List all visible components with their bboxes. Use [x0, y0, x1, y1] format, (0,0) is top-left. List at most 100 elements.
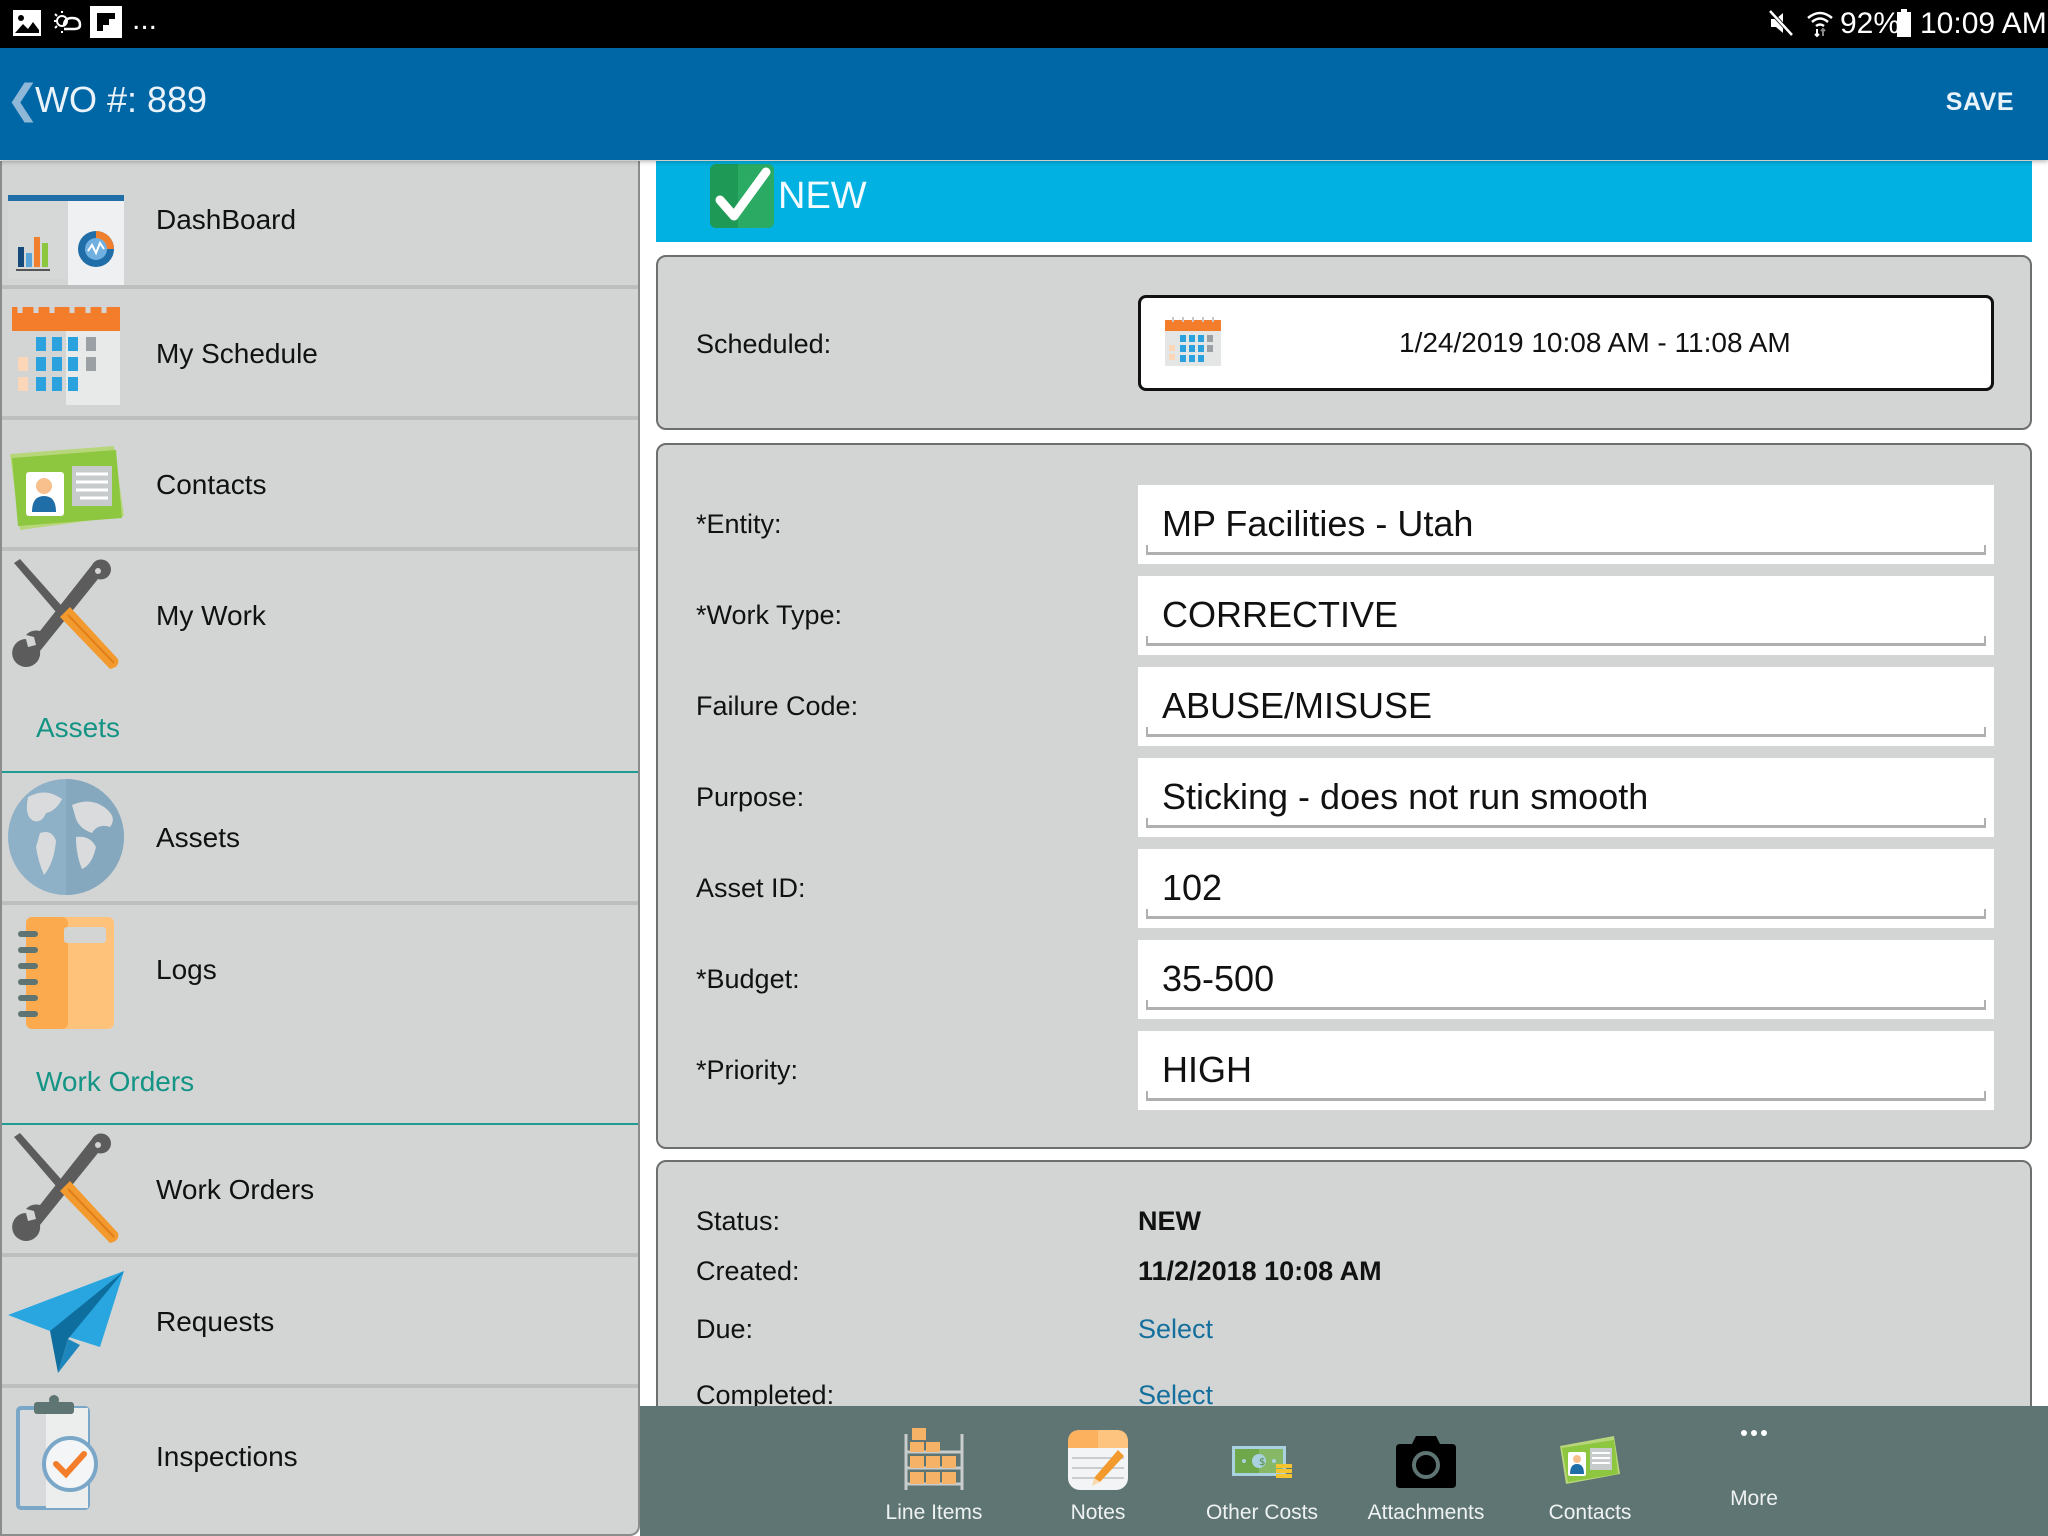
status-label: Status: — [696, 1206, 781, 1236]
schedule-card: Scheduled: 1/24/2019 10:08 AM - 11:08 AM — [656, 255, 2032, 430]
sidebar-item-inspections[interactable]: Inspections — [2, 1388, 638, 1534]
scheduled-label: Scheduled: — [696, 329, 832, 359]
toolbar-line-items[interactable]: Line Items — [852, 1406, 1016, 1536]
app-header: ❮ WO #: 889 SAVE — [0, 48, 2048, 160]
sidebar-nav: DashBoard My Schedule Contacts My Work A… — [0, 161, 640, 1536]
asset-id-label: Asset ID: — [696, 873, 806, 903]
contact-card-icon — [1560, 1436, 1620, 1484]
input-underline — [1146, 727, 1986, 737]
sidebar-section-work-orders: Work Orders — [36, 1066, 195, 1097]
money-icon: $ — [1232, 1446, 1292, 1478]
input-underline — [1146, 818, 1986, 828]
priority-label: *Priority: — [696, 1055, 799, 1085]
more-notifications-icon: ... — [132, 3, 158, 36]
battery-percent: 92% — [1840, 7, 1901, 40]
checkmark-icon — [710, 164, 774, 228]
toolbar-label: Line Items — [885, 1501, 983, 1524]
sidebar-item-label: DashBoard — [156, 204, 297, 235]
asset-id-field[interactable]: 102 — [1138, 849, 1994, 928]
sidebar-item-label: Contacts — [156, 469, 267, 500]
entity-label: *Entity: — [696, 509, 782, 539]
sidebar-item-dashboard[interactable]: DashBoard — [2, 161, 638, 289]
clipboard-check-icon — [16, 1395, 98, 1510]
failure-code-field[interactable]: ABUSE/MISUSE — [1138, 667, 1994, 746]
svg-text:$: $ — [1259, 1457, 1265, 1468]
tools-icon — [12, 559, 119, 669]
scheduled-value: 1/24/2019 10:08 AM - 11:08 AM — [1399, 327, 1791, 358]
work-order-fields-card: *Entity: MP Facilities - Utah *Work Type… — [656, 443, 2032, 1149]
work-type-label: *Work Type: — [696, 600, 843, 630]
battery-icon — [1897, 9, 1911, 37]
input-underline — [1146, 909, 1986, 919]
dashboard-icon — [8, 195, 124, 285]
sidebar-item-work-orders[interactable]: Work Orders — [2, 1125, 638, 1257]
purpose-field[interactable]: Sticking - does not run smooth — [1138, 758, 1994, 837]
notepad-icon — [1068, 1430, 1128, 1490]
toolbar-notes[interactable]: Notes — [1016, 1406, 1180, 1536]
globe-icon — [8, 779, 124, 895]
toolbar-label: Contacts — [1548, 1501, 1632, 1524]
toolbar-more[interactable]: More — [1672, 1406, 1836, 1536]
sidebar-item-label: My Schedule — [156, 338, 318, 369]
input-underline — [1146, 636, 1986, 646]
created-label: Created: — [696, 1256, 800, 1286]
sidebar-item-label: Work Orders — [156, 1174, 315, 1205]
wifi-icon — [1807, 11, 1833, 38]
purpose-value: Sticking - does not run smooth — [1162, 776, 1649, 817]
image-icon — [13, 10, 41, 36]
entity-field[interactable]: MP Facilities - Utah — [1138, 485, 1994, 564]
contact-card-icon — [10, 446, 124, 530]
notebook-icon — [18, 917, 114, 1029]
sidebar-item-label: Logs — [156, 954, 217, 985]
work-type-value: CORRECTIVE — [1162, 594, 1399, 635]
toolbar-label: Attachments — [1367, 1501, 1485, 1524]
toolbar-attachments[interactable]: Attachments — [1344, 1406, 1508, 1536]
weather-icon — [54, 11, 82, 33]
failure-code-label: Failure Code: — [696, 691, 859, 721]
flipboard-icon — [90, 6, 122, 38]
sidebar-item-my-schedule[interactable]: My Schedule — [2, 289, 638, 420]
due-label: Due: — [696, 1314, 754, 1344]
sidebar-item-label: Requests — [156, 1306, 275, 1337]
toolbar-label: Other Costs — [1205, 1501, 1319, 1524]
input-underline — [1146, 1000, 1986, 1010]
calendar-icon — [1165, 317, 1221, 366]
budget-label: *Budget: — [696, 964, 800, 994]
scheduled-date-picker[interactable]: 1/24/2019 10:08 AM - 11:08 AM — [1138, 295, 1994, 391]
entity-value: MP Facilities - Utah — [1162, 503, 1474, 544]
priority-value: HIGH — [1162, 1049, 1252, 1090]
budget-field[interactable]: 35-500 — [1138, 940, 1994, 1019]
save-button[interactable]: SAVE — [1946, 88, 2014, 117]
toolbar-contacts[interactable]: Contacts — [1508, 1406, 1672, 1536]
due-select-link[interactable]: Select — [1138, 1312, 1213, 1346]
toolbar-label: More — [1730, 1487, 1778, 1510]
input-underline — [1146, 545, 1986, 555]
created-value: 11/2/2018 10:08 AM — [1138, 1256, 1382, 1286]
system-status-bar: ... 92% 10:09 AM — [0, 0, 2048, 48]
paper-plane-icon — [8, 1271, 124, 1373]
sidebar-item-contacts[interactable]: Contacts — [2, 420, 638, 551]
status-value: NEW — [1138, 1206, 1201, 1236]
page-title: WO #: 889 — [35, 79, 208, 120]
input-underline — [1146, 1091, 1986, 1101]
sidebar-item-label: Inspections — [156, 1441, 298, 1472]
calendar-icon — [12, 307, 120, 405]
shelves-icon — [904, 1428, 964, 1490]
sidebar-item-requests[interactable]: Requests — [2, 1257, 638, 1388]
sidebar-item-label: My Work — [156, 600, 266, 631]
toolbar-label: Notes — [1070, 1501, 1126, 1524]
status-banner-label: NEW — [778, 175, 867, 217]
camera-icon — [1396, 1436, 1456, 1488]
clock: 10:09 AM — [1920, 7, 2047, 40]
status-banner: NEW — [656, 161, 2032, 242]
budget-value: 35-500 — [1162, 958, 1275, 999]
tools-icon — [12, 1133, 119, 1243]
toolbar-other-costs[interactable]: $ Other Costs — [1180, 1406, 1344, 1536]
work-type-field[interactable]: CORRECTIVE — [1138, 576, 1994, 655]
asset-id-value: 102 — [1162, 867, 1223, 908]
more-dots-icon — [1741, 1430, 1767, 1436]
failure-code-value: ABUSE/MISUSE — [1162, 685, 1433, 726]
priority-field[interactable]: HIGH — [1138, 1031, 1994, 1110]
sidebar-section-assets: Assets — [36, 712, 121, 743]
sidebar-item-assets[interactable]: Assets — [2, 773, 638, 905]
